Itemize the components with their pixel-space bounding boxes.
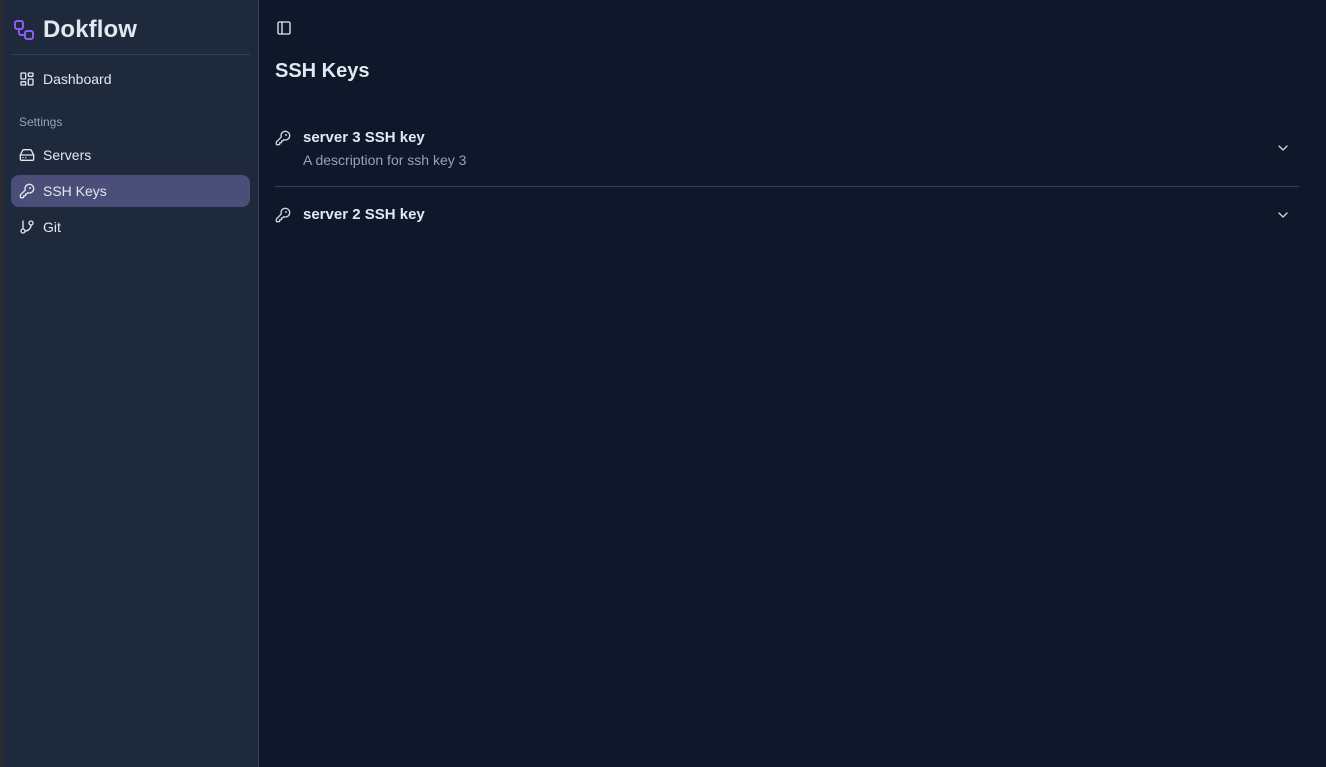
sidebar-toggle-button[interactable] [275, 19, 293, 37]
sidebar: Dokflow Dashboard Settings Servers SSH K… [3, 0, 259, 767]
workflow-icon [12, 18, 36, 42]
key-icon [275, 207, 291, 223]
settings-group-label: Settings [19, 115, 63, 129]
brand[interactable]: Dokflow [12, 16, 137, 44]
ssh-key-name: server 3 SSH key [303, 129, 425, 146]
sidebar-item-label: Git [43, 219, 61, 235]
dashboard-icon [19, 71, 35, 87]
page-title: SSH Keys [275, 60, 370, 82]
ssh-key-item[interactable]: server 2 SSH key [275, 203, 1299, 227]
brand-divider [11, 54, 250, 55]
sidebar-item-label: SSH Keys [43, 183, 107, 199]
key-icon [275, 130, 291, 146]
item-divider [275, 186, 1299, 187]
sidebar-item-label: Dashboard [43, 71, 112, 87]
sidebar-item-ssh-keys[interactable]: SSH Keys [11, 175, 250, 207]
git-branch-icon [19, 219, 35, 235]
app-name: Dokflow [43, 16, 138, 43]
chevron-down-icon[interactable] [1275, 207, 1291, 223]
sidebar-item-git[interactable]: Git [11, 211, 250, 243]
ssh-key-name: server 2 SSH key [303, 206, 425, 223]
ssh-key-description: A description for ssh key 3 [303, 152, 467, 168]
server-icon [19, 147, 35, 163]
sidebar-toggle-icon [276, 20, 292, 36]
chevron-down-icon[interactable] [1275, 140, 1291, 156]
ssh-key-item[interactable]: server 3 SSH key A description for ssh k… [275, 126, 1299, 186]
key-icon [19, 183, 35, 199]
sidebar-item-dashboard[interactable]: Dashboard [11, 63, 250, 95]
sidebar-item-label: Servers [43, 147, 92, 163]
sidebar-item-servers[interactable]: Servers [11, 139, 250, 171]
